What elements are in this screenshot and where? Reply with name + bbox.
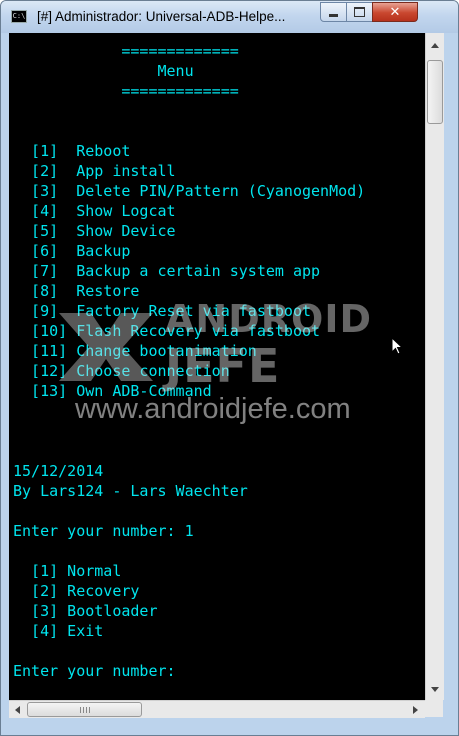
- close-icon: ✕: [389, 4, 401, 20]
- console-line: Enter your number: 1: [13, 522, 194, 540]
- console-line: [5] Show Device: [13, 222, 176, 240]
- scroll-left-button[interactable]: [9, 701, 26, 718]
- console-line: [9] Factory Reset via fastboot: [13, 302, 312, 320]
- console-line: Menu: [13, 62, 194, 80]
- scroll-down-icon: [430, 687, 439, 692]
- grip-icon: [79, 706, 90, 713]
- horizontal-scrollbar[interactable]: [9, 700, 425, 718]
- console-window: C:\ [#] Administrador: Universal-ADB-Hel…: [0, 0, 459, 736]
- console-line: [8] Restore: [13, 282, 140, 300]
- minimize-icon: [329, 13, 338, 17]
- console-line: =============: [13, 42, 239, 60]
- title-bar[interactable]: C:\ [#] Administrador: Universal-ADB-Hel…: [1, 1, 458, 33]
- console-line: [7] Backup a certain system app: [13, 262, 321, 280]
- console-line: [10] Flash Recovery via fastboot: [13, 322, 321, 340]
- console-line: [1] Normal: [13, 562, 122, 580]
- vertical-scrollbar[interactable]: [425, 33, 444, 700]
- console-line: [3] Bootloader: [13, 602, 158, 620]
- scroll-up-icon: [430, 43, 439, 48]
- window-title: [#] Administrador: Universal-ADB-Helpe..…: [37, 9, 286, 24]
- console-line: 15/12/2014: [13, 462, 104, 480]
- console-line: [6] Backup: [13, 242, 131, 260]
- mouse-pointer-icon: [391, 337, 403, 355]
- console-line: [4] Exit: [13, 622, 104, 640]
- maximize-icon: [354, 7, 365, 17]
- console-line: [12] Choose connection: [13, 362, 230, 380]
- minimize-button[interactable]: [320, 2, 347, 22]
- console-line: [4] Show Logcat: [13, 202, 176, 220]
- console-line: Enter your number:: [13, 662, 176, 680]
- console-text: ============= Menu ============= [1] Reb…: [13, 41, 365, 681]
- horizontal-scroll-thumb[interactable]: [27, 702, 142, 717]
- vertical-scroll-thumb[interactable]: [427, 60, 443, 124]
- console-line: By Lars124 - Lars Waechter: [13, 482, 248, 500]
- console-line: =============: [13, 82, 239, 100]
- console-line: [11] Change bootanimation: [13, 342, 257, 360]
- scroll-down-button[interactable]: [426, 681, 443, 698]
- console-line: [3] Delete PIN/Pattern (CyanogenMod): [13, 182, 366, 200]
- console-line: [2] Recovery: [13, 582, 140, 600]
- scroll-right-button[interactable]: [407, 701, 424, 718]
- scroll-up-button[interactable]: [426, 37, 443, 54]
- scroll-left-icon: [15, 705, 20, 714]
- maximize-button[interactable]: [346, 2, 373, 22]
- cmd-app-icon[interactable]: C:\: [11, 10, 27, 23]
- console-line: [2] App install: [13, 162, 176, 180]
- scroll-right-icon: [413, 705, 418, 714]
- close-button[interactable]: ✕: [372, 2, 418, 22]
- scrollbar-corner: [425, 700, 443, 717]
- console-line: [13] Own ADB-Command: [13, 382, 212, 400]
- console-line: [1] Reboot: [13, 142, 131, 160]
- console-output[interactable]: ============= Menu ============= [1] Reb…: [9, 33, 425, 717]
